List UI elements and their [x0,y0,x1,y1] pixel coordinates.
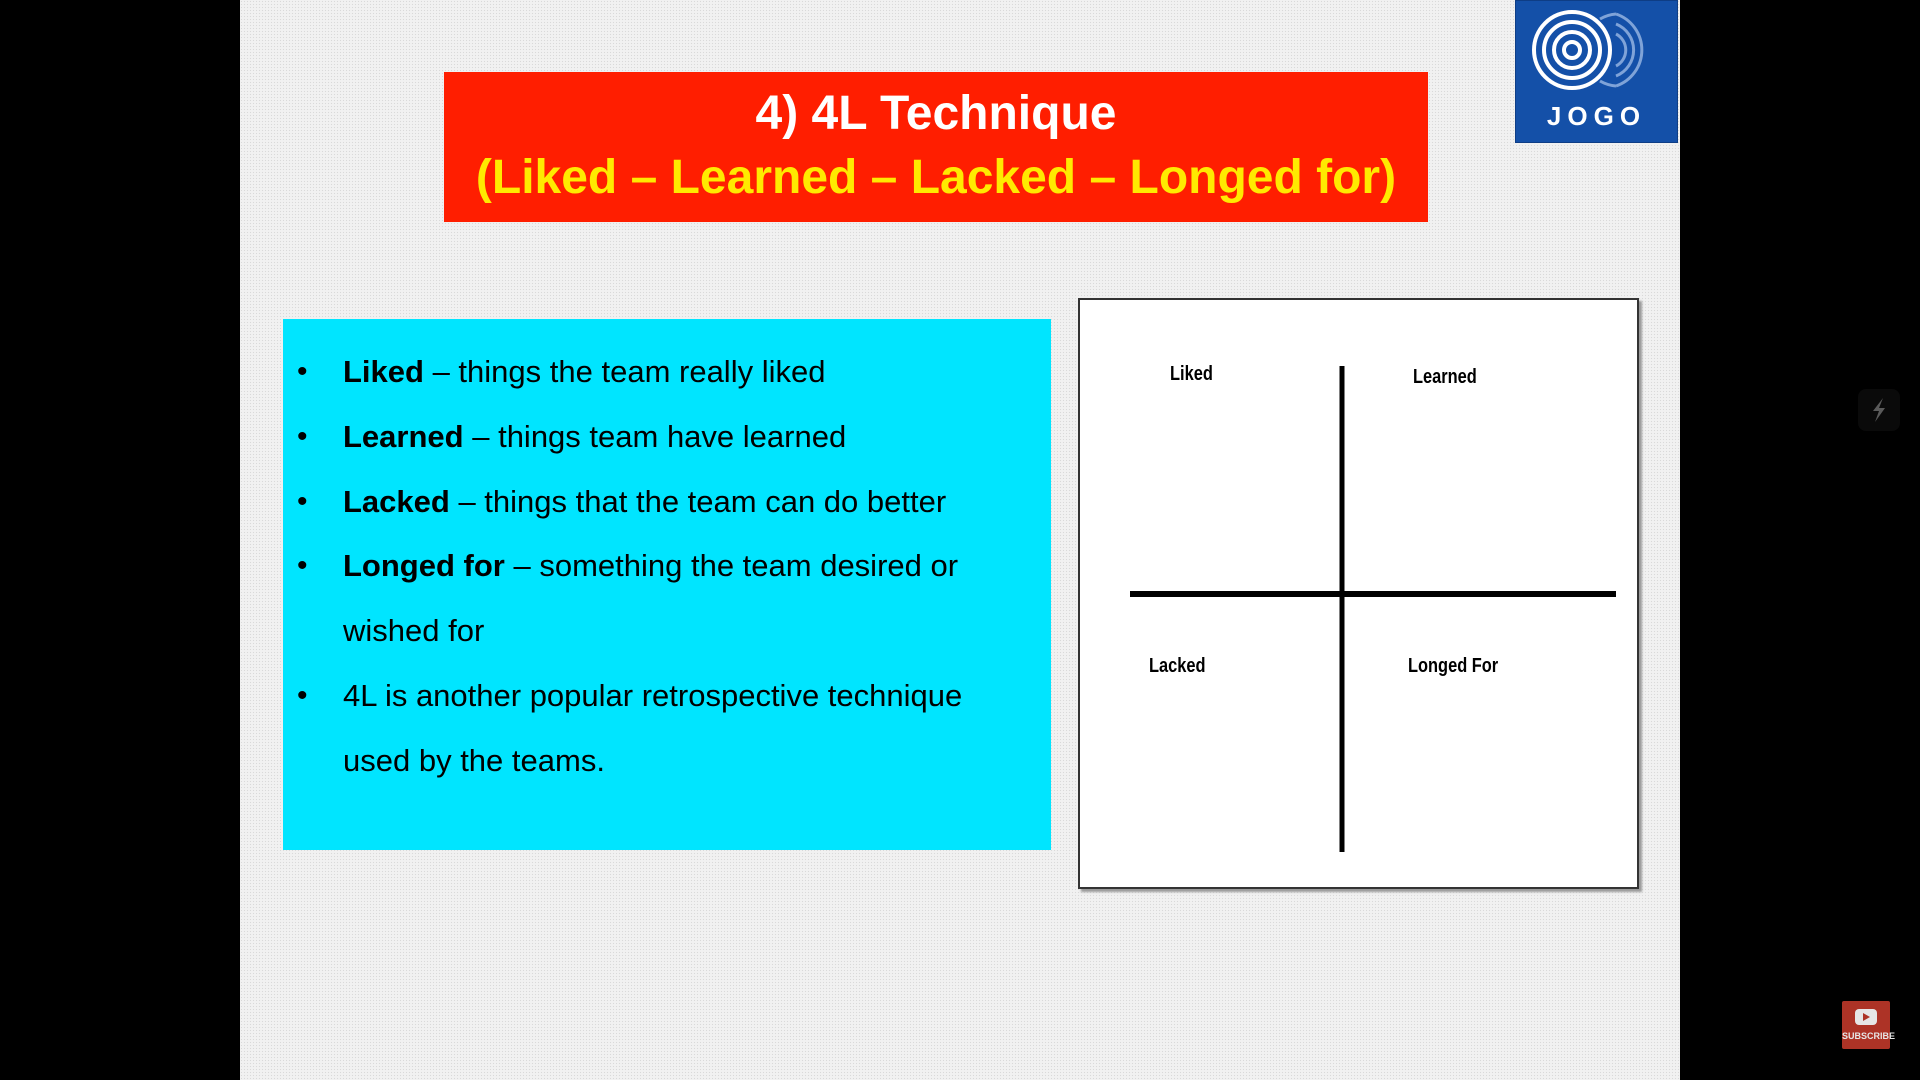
bullet-term: Lacked [343,483,450,519]
quadrant-label-learned: Learned [1413,366,1477,388]
bullet-description: – things that the team can do better [449,483,947,519]
bullet-dot-icon: • [297,355,308,388]
bullet-item: • Learned – things team have learned [283,405,1031,470]
concentric-rings-icon [1532,10,1644,90]
presentation-slide: 4) 4L Technique (Liked – Learned – Lacke… [240,0,1680,1080]
slide-title: 4) 4L Technique [755,87,1117,140]
bullet-item: • Longed for – something the team desired… [283,534,1031,664]
bullet-item: • 4L is another popular retrospective tec… [283,664,1031,794]
video-frame: 4) 4L Technique (Liked – Learned – Lacke… [0,0,1920,1080]
quadrant-label-lacked: Lacked [1149,655,1206,677]
slide-subtitle: (Liked – Learned – Lacked – Longed for) [475,151,1397,204]
bullet-dot-icon: • [297,549,308,583]
subscribe-button[interactable]: SUBSCRIBE [1842,1001,1896,1049]
quadrant-axes [1130,366,1616,852]
jogo-logo: JOGO [1515,0,1678,143]
quadrant-label-longed-for: Longed For [1408,655,1499,677]
lightning-icon [1873,398,1885,422]
bullet-dot-icon: • [297,419,308,453]
bullet-description: – things the team really liked [423,354,826,389]
bullet-item: • Lacked – things that the team can do be… [283,470,1031,535]
title-banner: 4) 4L Technique (Liked – Learned – Lacke… [444,72,1428,222]
bullet-term: Learned [343,418,464,454]
floating-app-button[interactable] [1858,389,1900,431]
bullet-dot-icon: • [297,484,308,518]
bullet-dot-icon: • [297,678,308,712]
subscribe-label: SUBSCRIBE [1842,1031,1896,1041]
four-l-quadrant-diagram: Liked Learned Lacked Longed For [1078,298,1639,889]
youtube-play-icon [1855,1009,1877,1025]
quadrant-label-liked: Liked [1170,363,1213,385]
bullet-term: Longed for [343,548,505,584]
bullet-item: • Liked – things the team really liked [283,340,1031,405]
bullet-list: • Liked – things the team really liked • Le… [283,340,1031,794]
bullet-description: – things team have learned [463,418,847,454]
bullet-term: Liked [343,354,424,389]
logo-wordmark: JOGO [1546,101,1647,131]
bullet-description: 4L is another popular retrospective tech… [343,677,963,778]
bullet-panel: • Liked – things the team really liked • Le… [283,319,1051,850]
